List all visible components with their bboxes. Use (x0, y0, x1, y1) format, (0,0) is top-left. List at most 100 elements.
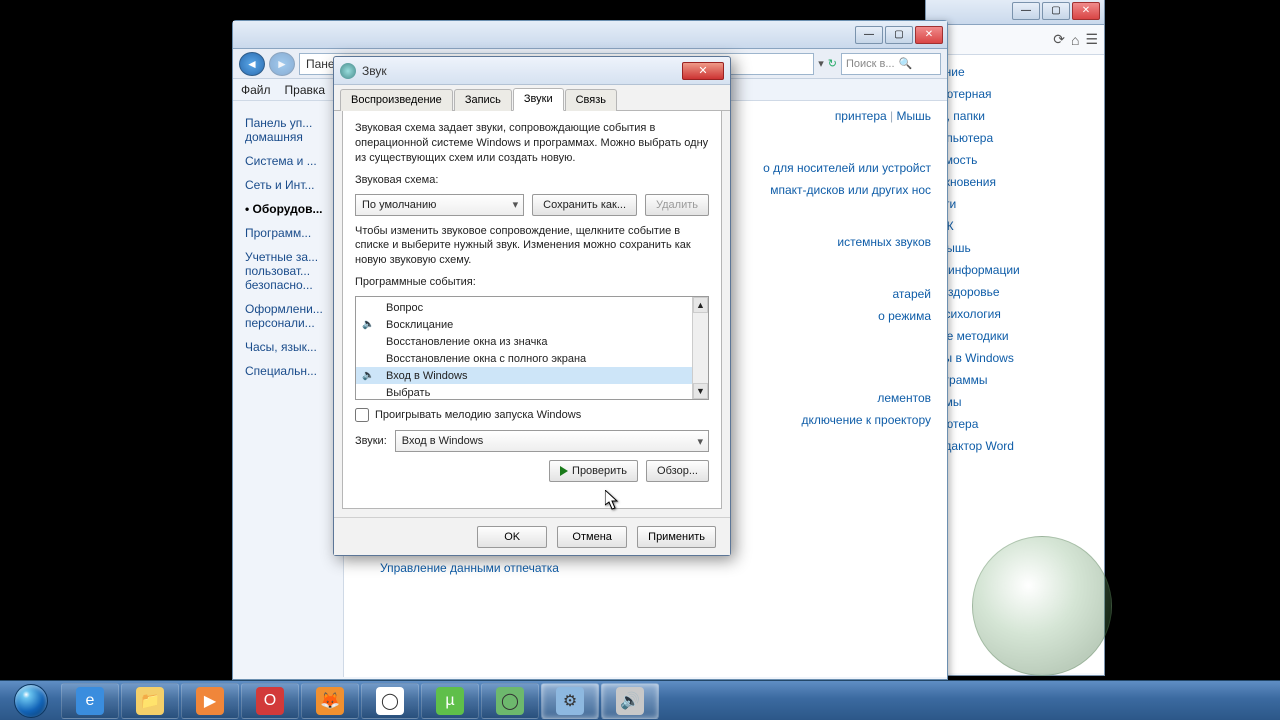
menu-file[interactable]: Файл (241, 83, 271, 97)
video-watermark (972, 536, 1112, 676)
chrome-icon: ◯ (376, 687, 404, 715)
tabstrip: ВоспроизведениеЗаписьЗвукиСвязь (334, 85, 730, 111)
sound-dialog: Звук ✕ ВоспроизведениеЗаписьЗвукиСвязь З… (333, 56, 731, 556)
category-item[interactable]: Программ... (245, 221, 343, 245)
event-item[interactable]: Вопрос (356, 299, 708, 316)
dialog-title: Звук (362, 64, 387, 78)
taskbar-explorer[interactable]: 📁 (121, 683, 179, 719)
menu-icon[interactable]: ☰ (1085, 31, 1098, 48)
taskbar-wmp[interactable]: ▶ (181, 683, 239, 719)
play-startup-checkbox[interactable]: Проигрывать мелодию запуска Windows (355, 408, 709, 422)
dialog-buttons: OK Отмена Применить (334, 517, 730, 555)
start-button[interactable] (4, 683, 58, 719)
outer-link[interactable]: е информации (938, 259, 1092, 281)
category-item[interactable]: Специальн... (245, 359, 343, 383)
outer-toolbar: ⟳ ⌂ ☰ (926, 25, 1104, 55)
tab-Запись[interactable]: Запись (454, 89, 512, 111)
category-item[interactable]: Панель уп... домашняя (245, 111, 343, 149)
category-item[interactable]: Сеть и Инт... (245, 173, 343, 197)
event-item[interactable]: 🔈Восклицание (356, 316, 708, 333)
menu-edit[interactable]: Правка (285, 83, 326, 97)
browse-button[interactable]: Обзор... (646, 460, 709, 482)
taskbar-opera[interactable]: O (241, 683, 299, 719)
event-item[interactable]: 🔈Вход в Windows (356, 367, 708, 384)
event-item[interactable]: Выбрать (356, 384, 708, 400)
link[interactable]: принтера (835, 105, 887, 127)
link[interactable]: Мышь (897, 105, 932, 127)
forward-button[interactable]: ► (269, 52, 295, 76)
min-button[interactable]: — (855, 26, 883, 44)
delete-button: Удалить (645, 194, 709, 216)
taskbar-ie[interactable]: e (61, 683, 119, 719)
sound-combo[interactable]: Вход в Windows (395, 430, 709, 452)
outer-link[interactable]: и здоровье (938, 281, 1092, 303)
category-item[interactable]: Система и ... (245, 149, 343, 173)
tab-Связь[interactable]: Связь (565, 89, 617, 111)
link[interactable]: истемных звуков (837, 231, 931, 253)
category-item[interactable]: Часы, язык... (245, 335, 343, 359)
outer-link[interactable]: мышь (938, 237, 1092, 259)
scroll-up[interactable]: ▲ (693, 297, 708, 313)
taskbar-panel[interactable]: ⚙ (541, 683, 599, 719)
taskbar-chrome[interactable]: ◯ (361, 683, 419, 719)
outer-link[interactable]: имость (938, 149, 1092, 171)
close-button[interactable]: ✕ (915, 26, 943, 44)
scheme-combo[interactable]: По умолчанию (355, 194, 524, 216)
event-item[interactable]: Восстановление окна с полного экрана (356, 350, 708, 367)
outer-link[interactable]: мпьютера (938, 127, 1092, 149)
ok-button[interactable]: OK (477, 526, 547, 548)
panel-icon: ⚙ (556, 687, 584, 715)
outer-titlebar: — ▢ ✕ (926, 0, 1104, 25)
startup-melody-checkbox[interactable] (355, 408, 369, 422)
outer-link[interactable]: ы, папки (938, 105, 1092, 127)
category-item[interactable]: Оборудов... (245, 197, 343, 221)
events-description: Чтобы изменить звуковое сопровождение, щ… (355, 224, 709, 269)
tab-Звуки[interactable]: Звуки (513, 88, 564, 111)
event-item[interactable]: Восстановление окна из значка (356, 333, 708, 350)
events-listbox[interactable]: Вопрос🔈ВосклицаниеВосстановление окна из… (355, 296, 709, 400)
search-input[interactable]: Поиск в... 🔍 (841, 53, 941, 75)
speaker-icon (362, 336, 374, 348)
max-button[interactable]: ▢ (885, 26, 913, 44)
outer-link[interactable]: психология (938, 303, 1092, 325)
outer-link[interactable]: ые методики (938, 325, 1092, 347)
apply-button[interactable]: Применить (637, 526, 716, 548)
search-placeholder: Поиск в... (846, 58, 895, 70)
home-icon[interactable]: ⌂ (1071, 32, 1079, 48)
events-label: Программные события: (355, 276, 709, 288)
ie-icon: e (76, 687, 104, 715)
taskbar-firefox[interactable]: 🦊 (301, 683, 359, 719)
outer-link[interactable]: ты в Windows (938, 347, 1092, 369)
outer-link[interactable]: ьютерная (938, 83, 1092, 105)
outer-link[interactable]: ПК (938, 215, 1092, 237)
taskbar-utorrent[interactable]: µ (421, 683, 479, 719)
test-button[interactable]: Проверить (549, 460, 638, 482)
scrollbar[interactable]: ▲ ▼ (692, 297, 708, 399)
outer-link[interactable]: икновения (938, 171, 1092, 193)
category-item[interactable]: Учетные за... пользоват... безопасно... (245, 245, 343, 297)
start-orb-icon (14, 684, 48, 718)
explorer-titlebar: — ▢ ✕ (233, 21, 947, 49)
outer-min[interactable]: — (1012, 2, 1040, 20)
outer-max[interactable]: ▢ (1042, 2, 1070, 20)
category-item[interactable]: Оформлени... персонали... (245, 297, 343, 335)
outer-link[interactable]: емы (938, 391, 1092, 413)
cancel-button[interactable]: Отмена (557, 526, 627, 548)
outer-close[interactable]: ✕ (1072, 2, 1100, 20)
firefox-icon: 🦊 (316, 687, 344, 715)
tab-Воспроизведение[interactable]: Воспроизведение (340, 89, 453, 111)
outer-link[interactable]: едактор Word (938, 435, 1092, 457)
reload-icon[interactable]: ⟳ (1053, 31, 1065, 48)
dialog-close[interactable]: ✕ (682, 62, 724, 80)
outer-link[interactable]: ограммы (938, 369, 1092, 391)
outer-link[interactable]: сти (938, 193, 1092, 215)
save-as-button[interactable]: Сохранить как... (532, 194, 637, 216)
outer-link[interactable]: ение (938, 61, 1092, 83)
utorrent-icon: µ (436, 687, 464, 715)
taskbar-sound[interactable]: 🔊 (601, 683, 659, 719)
link[interactable]: Управление данными отпечатка (360, 557, 931, 579)
back-button[interactable]: ◄ (239, 52, 265, 76)
outer-link[interactable]: ьютера (938, 413, 1092, 435)
taskbar-coowon[interactable]: ◯ (481, 683, 539, 719)
scroll-down[interactable]: ▼ (693, 383, 708, 399)
